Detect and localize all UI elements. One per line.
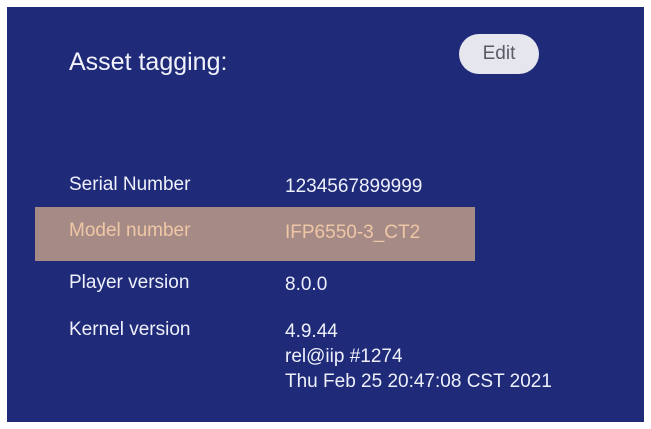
kernel-build-line: rel@iip #1274 [285,346,403,367]
serial-number-label: Serial Number [69,174,191,195]
serial-number-value: 1234567899999 [285,176,423,197]
player-version-value: 8.0.0 [285,274,328,295]
kernel-version-label: Kernel version [69,319,191,340]
kernel-version-line: 4.9.44 [285,321,338,342]
player-version-label: Player version [69,272,190,293]
model-number-value: IFP6550-3_CT2 [285,222,421,243]
kernel-date-line: Thu Feb 25 20:47:08 CST 2021 [285,371,552,392]
kernel-version-value: 4.9.44 rel@iip #1274 Thu Feb 25 20:47:08… [285,319,552,394]
model-number-label: Model number [69,220,191,241]
edit-button[interactable]: Edit [459,34,539,74]
asset-tagging-title: Asset tagging: [69,48,228,76]
model-number-row: Model number IFP6550-3_CT2 [35,207,475,261]
settings-panel: Asset tagging: Edit Serial Number 123456… [7,7,644,422]
